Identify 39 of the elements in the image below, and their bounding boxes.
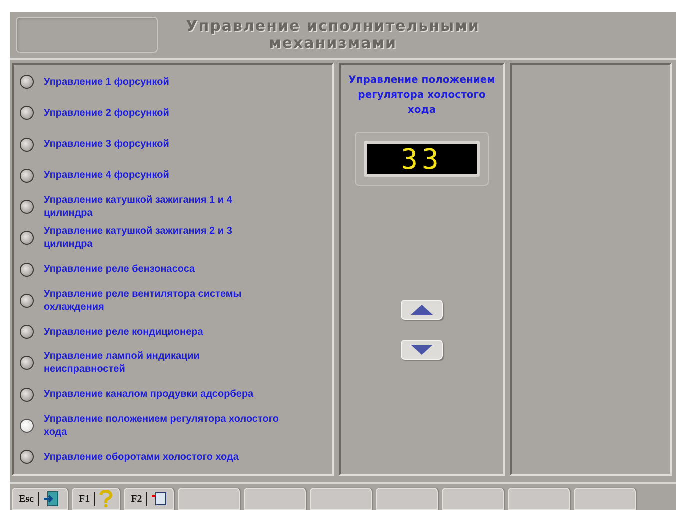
radio-button[interactable] — [20, 200, 34, 214]
actuator-option[interactable]: Управление катушкой зажигания 2 и 3 цилиндра — [14, 223, 332, 254]
exit-icon — [43, 491, 61, 507]
radio-button[interactable] — [20, 450, 34, 464]
radio-button[interactable] — [20, 418, 34, 433]
radio-button[interactable] — [20, 75, 34, 89]
function-key[interactable]: Esc — [12, 488, 68, 510]
actuator-option[interactable]: Управление оборотами холостого хода — [14, 442, 332, 472]
increase-button[interactable] — [401, 300, 443, 320]
control-title: Управление положением регулятора холостого хода — [348, 74, 496, 118]
radio-button[interactable] — [20, 138, 34, 152]
radio-button[interactable] — [20, 294, 34, 308]
screen-title: Управление исполнительными механизмами — [185, 18, 481, 52]
radio-button[interactable] — [20, 168, 34, 183]
actuator-option[interactable]: Управление лампой индикации неисправностей — [14, 348, 332, 378]
actuator-option[interactable]: Управление катушкой зажигания 1 и 4 цилиндра — [14, 192, 332, 222]
actuator-option[interactable]: Управление каналом продувки адсорбера — [14, 380, 332, 410]
down-arrow-icon — [411, 345, 433, 355]
actuator-option[interactable]: Управление реле вентилятора системы охлаждения — [14, 286, 332, 316]
actuator-option[interactable]: Управление 3 форсункой — [14, 130, 332, 160]
actuator-option[interactable]: Управление реле кондиционера — [14, 317, 332, 347]
radio-button[interactable] — [20, 262, 34, 276]
decrease-button[interactable] — [401, 340, 443, 360]
actuator-option[interactable]: Управление 4 форсункой — [14, 160, 332, 191]
actuator-option[interactable]: Управление реле бензонасоса — [14, 254, 332, 284]
up-arrow-icon — [411, 305, 433, 315]
actuator-option[interactable]: Управление 2 форсункой — [14, 98, 332, 128]
function-key[interactable]: F1 — [72, 488, 120, 510]
help-icon — [99, 490, 114, 508]
radio-button[interactable] — [20, 106, 34, 120]
digital-display: 33 — [364, 141, 480, 177]
radio-button[interactable] — [20, 325, 34, 339]
window-icon — [151, 491, 168, 507]
actuator-option[interactable]: Управление 1 форсункой — [14, 67, 332, 97]
radio-button[interactable] — [20, 356, 34, 370]
radio-button[interactable] — [20, 231, 34, 246]
actuator-option[interactable]: Управление положением регулятора холостого хода — [14, 410, 332, 441]
radio-button[interactable] — [20, 388, 34, 402]
function-key[interactable]: F2 — [124, 488, 174, 510]
